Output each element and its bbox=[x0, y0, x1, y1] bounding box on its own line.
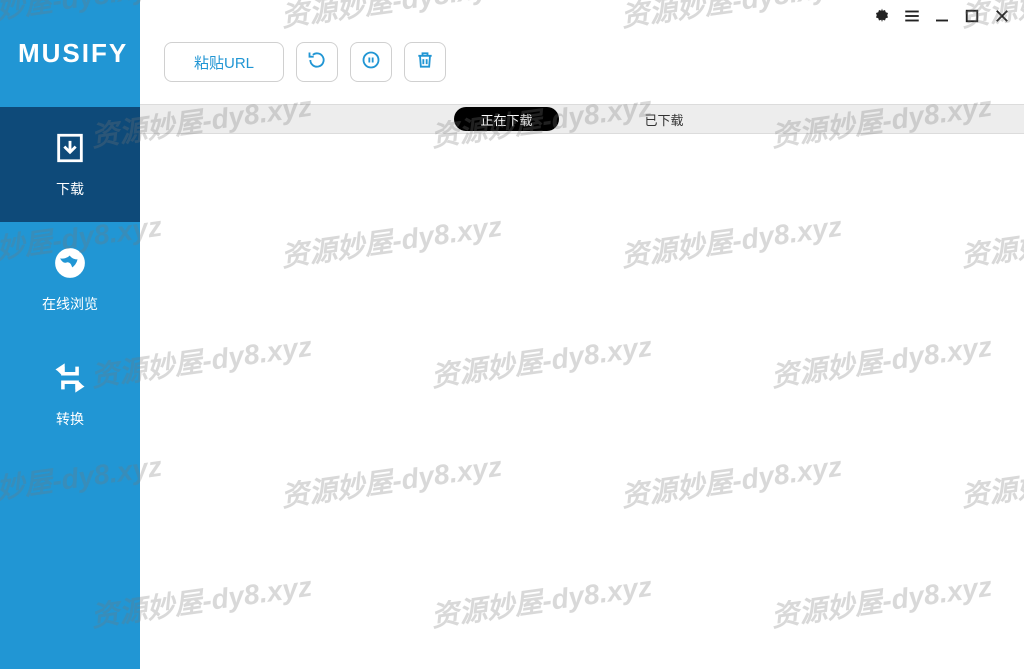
tab-downloaded[interactable]: 已下载 bbox=[619, 107, 710, 131]
main-area: 粘贴URL 正在下载 已下载 bbox=[140, 0, 1024, 669]
tab-bar: 正在下载 已下载 bbox=[140, 104, 1024, 134]
toolbar: 粘贴URL bbox=[140, 26, 1024, 104]
menu-button[interactable] bbox=[902, 6, 922, 26]
pause-button[interactable] bbox=[350, 42, 392, 82]
trash-icon bbox=[415, 50, 435, 74]
app-window: MUSIFY 下载 在线浏览 转换 bbox=[0, 0, 1024, 669]
sidebar-item-browse[interactable]: 在线浏览 bbox=[0, 222, 140, 337]
sidebar: MUSIFY 下载 在线浏览 转换 bbox=[0, 0, 140, 669]
maximize-button[interactable] bbox=[962, 6, 982, 26]
sidebar-item-convert[interactable]: 转换 bbox=[0, 337, 140, 452]
download-list bbox=[140, 134, 1024, 669]
paste-url-button[interactable]: 粘贴URL bbox=[164, 42, 284, 82]
undo-icon bbox=[307, 50, 327, 74]
minimize-button[interactable] bbox=[932, 6, 952, 26]
convert-icon bbox=[53, 361, 87, 395]
sidebar-item-label: 下载 bbox=[56, 179, 84, 199]
app-logo: MUSIFY bbox=[0, 0, 140, 107]
sidebar-item-download[interactable]: 下载 bbox=[0, 107, 140, 222]
retry-button[interactable] bbox=[296, 42, 338, 82]
sidebar-item-label: 转换 bbox=[56, 409, 84, 429]
titlebar bbox=[140, 0, 1024, 26]
sidebar-item-label: 在线浏览 bbox=[42, 294, 98, 314]
tab-downloading[interactable]: 正在下载 bbox=[454, 107, 558, 131]
globe-icon bbox=[53, 246, 87, 280]
delete-button[interactable] bbox=[404, 42, 446, 82]
pause-icon bbox=[361, 50, 381, 74]
settings-button[interactable] bbox=[872, 6, 892, 26]
close-button[interactable] bbox=[992, 6, 1012, 26]
download-icon bbox=[53, 131, 87, 165]
